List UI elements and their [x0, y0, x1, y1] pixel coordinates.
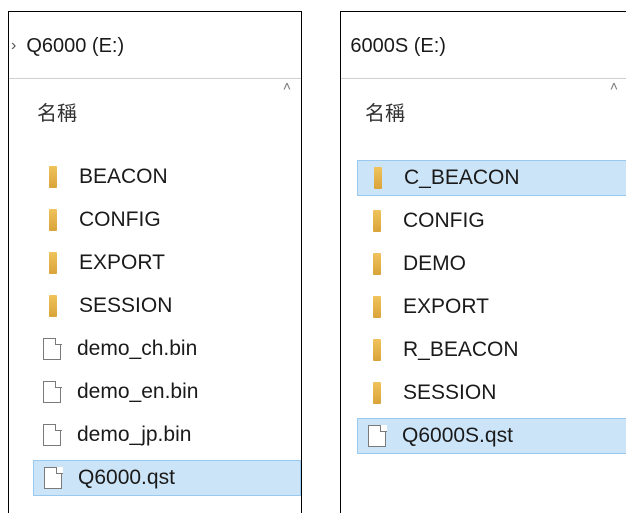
folder-icon — [49, 166, 57, 188]
folder-icon — [373, 210, 381, 232]
divider — [341, 78, 626, 79]
item-name: EXPORT — [403, 295, 489, 318]
folder-icon — [49, 295, 57, 317]
item-name: demo_en.bin — [77, 380, 199, 403]
file-item[interactable]: demo_ch.bin — [33, 331, 301, 367]
folder-item[interactable]: BEACON — [33, 159, 301, 195]
item-name: R_BEACON — [403, 338, 519, 361]
sort-up-caret-icon[interactable]: ˄ — [610, 78, 618, 94]
file-item[interactable]: demo_en.bin — [33, 374, 301, 410]
item-name: demo_jp.bin — [77, 423, 192, 446]
folder-item[interactable]: EXPORT — [357, 289, 626, 325]
folder-icon — [49, 252, 57, 274]
folder-icon — [49, 209, 57, 231]
file-icon — [43, 380, 62, 403]
folder-item[interactable]: SESSION — [357, 375, 626, 411]
folder-icon — [373, 296, 381, 318]
item-name: C_BEACON — [404, 166, 520, 189]
address-bar[interactable]: › 6000S (E:) — [341, 24, 626, 68]
file-icon — [44, 466, 63, 489]
folder-item[interactable]: SESSION — [33, 288, 301, 324]
divider — [9, 78, 301, 79]
folder-item[interactable]: CONFIG — [357, 203, 626, 239]
right-explorer-pane: › 6000S (E:) ˄ 名稱 C_BEACON CONFIG DEMO EXPO… — [340, 11, 626, 513]
drive-path: 6000S (E:) — [350, 34, 446, 57]
file-icon — [368, 424, 387, 447]
file-item[interactable]: Q6000.qst — [33, 460, 301, 496]
item-name: demo_ch.bin — [77, 337, 198, 360]
item-name: DEMO — [403, 252, 466, 275]
folder-item[interactable]: EXPORT — [33, 245, 301, 281]
drive-path: Q6000 (E:) — [26, 34, 125, 57]
folder-icon — [373, 382, 381, 404]
sort-up-caret-icon[interactable]: ˄ — [283, 78, 291, 94]
file-icon — [43, 337, 62, 360]
folder-item[interactable]: CONFIG — [33, 202, 301, 238]
item-name: Q6000S.qst — [402, 424, 513, 447]
item-name: Q6000.qst — [78, 466, 175, 489]
folder-item[interactable]: R_BEACON — [357, 332, 626, 368]
file-icon — [43, 423, 62, 446]
file-item[interactable]: demo_jp.bin — [33, 417, 301, 453]
folder-icon — [373, 253, 381, 275]
item-name: SESSION — [79, 294, 173, 317]
file-item[interactable]: Q6000S.qst — [357, 418, 626, 454]
chevron-right-icon[interactable]: › — [11, 37, 16, 55]
address-bar[interactable]: › Q6000 (E:) — [9, 24, 301, 68]
item-name: CONFIG — [403, 209, 485, 232]
item-name: SESSION — [403, 381, 497, 404]
folder-icon — [373, 339, 381, 361]
folder-item[interactable]: C_BEACON — [357, 160, 626, 196]
left-explorer-pane: › Q6000 (E:) ˄ 名稱 BEACON CONFIG EXPORT SESS… — [8, 11, 302, 513]
item-name: CONFIG — [79, 208, 161, 231]
item-name: BEACON — [79, 165, 168, 188]
column-header-name[interactable]: 名稱 — [37, 97, 77, 126]
item-name: EXPORT — [79, 251, 165, 274]
column-header-name[interactable]: 名稱 — [365, 97, 405, 126]
folder-item[interactable]: DEMO — [357, 246, 626, 282]
folder-icon — [374, 167, 382, 189]
